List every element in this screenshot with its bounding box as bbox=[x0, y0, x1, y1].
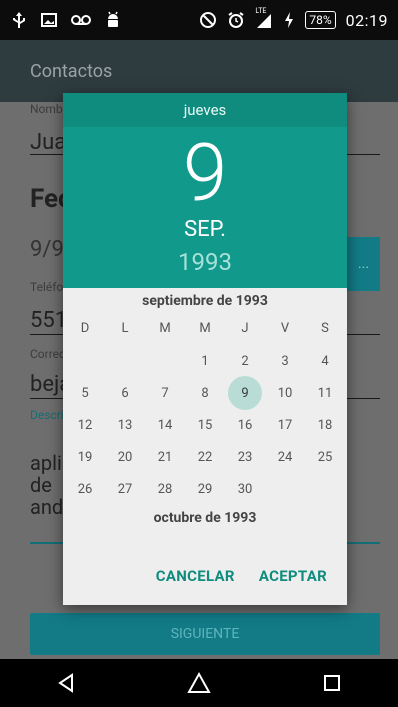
selected-weekday: jueves bbox=[63, 93, 347, 127]
calendar-day[interactable]: 6 bbox=[105, 377, 145, 409]
do-not-disturb-icon bbox=[199, 11, 217, 29]
calendar-day[interactable]: 24 bbox=[265, 441, 305, 473]
calendar-day[interactable]: 28 bbox=[145, 473, 185, 505]
date-picker-dialog: jueves 9 SEP. 1993 septiembre de 1993 D … bbox=[63, 93, 347, 605]
month-title: septiembre de 1993 bbox=[142, 293, 268, 309]
email-label: Correo bbox=[30, 347, 66, 361]
calendar-day[interactable]: 19 bbox=[65, 441, 105, 473]
weekday-header: L bbox=[121, 321, 129, 336]
description-line: apli bbox=[30, 451, 62, 475]
calendar-grid: 1 2 3 4 5 6 7 8 9 10 11 12 13 14 15 16 17 18 19 20 21 22 23 24 2… bbox=[65, 345, 345, 505]
next-month-title: octubre de 1993 bbox=[153, 510, 257, 526]
clock: 02:19 bbox=[345, 10, 388, 30]
usb-icon bbox=[10, 11, 28, 29]
description-line: de bbox=[30, 473, 52, 497]
calendar-day[interactable]: 12 bbox=[65, 409, 105, 441]
calendar-day[interactable]: 8 bbox=[185, 377, 225, 409]
accept-button[interactable]: ACEPTAR bbox=[259, 567, 327, 585]
calendar-day[interactable]: 17 bbox=[265, 409, 305, 441]
weekday-header-row: D L M M J V S bbox=[65, 321, 345, 336]
next-button-label: SIGUIENTE bbox=[170, 626, 240, 642]
calendar-day[interactable]: 10 bbox=[265, 377, 305, 409]
image-icon bbox=[40, 11, 58, 29]
calendar-day[interactable]: 30 bbox=[225, 473, 265, 505]
selected-month[interactable]: SEP. bbox=[63, 217, 347, 242]
calendar-day[interactable]: 7 bbox=[145, 377, 185, 409]
back-icon[interactable] bbox=[52, 669, 80, 697]
calendar-day[interactable]: 23 bbox=[225, 441, 265, 473]
description-line: and bbox=[30, 495, 64, 519]
calendar-day[interactable]: 16 bbox=[225, 409, 265, 441]
calendar-day[interactable]: 2 bbox=[225, 345, 265, 377]
lte-label: LTE bbox=[255, 7, 267, 15]
next-button[interactable]: SIGUIENTE bbox=[30, 613, 380, 655]
cancel-button[interactable]: CANCELAR bbox=[156, 567, 235, 585]
pick-date-label: ... bbox=[357, 256, 370, 272]
phone-field[interactable]: 551 bbox=[30, 308, 67, 333]
calendar-day[interactable]: 20 bbox=[105, 441, 145, 473]
calendar-day[interactable]: 25 bbox=[305, 441, 345, 473]
empty-day-cell bbox=[145, 345, 185, 377]
weekday-header: V bbox=[280, 321, 290, 336]
calendar-day[interactable]: 13 bbox=[105, 409, 145, 441]
alarm-icon bbox=[227, 11, 245, 29]
calendar-day[interactable]: 26 bbox=[65, 473, 105, 505]
description-field[interactable]: apli de and bbox=[30, 452, 63, 518]
calendar-day[interactable]: 29 bbox=[185, 473, 225, 505]
calendar-day-selected[interactable]: 9 bbox=[225, 376, 265, 410]
weekday-header: J bbox=[241, 321, 249, 336]
calendar-day[interactable]: 22 bbox=[185, 441, 225, 473]
date-field[interactable]: 9/9 bbox=[30, 237, 64, 262]
android-icon bbox=[104, 11, 122, 29]
calendar-day[interactable]: 27 bbox=[105, 473, 145, 505]
calendar-day[interactable]: 4 bbox=[305, 345, 345, 377]
date-picker-header: jueves 9 SEP. 1993 bbox=[63, 93, 347, 288]
recents-icon[interactable] bbox=[318, 669, 346, 697]
calendar-day[interactable]: 11 bbox=[305, 377, 345, 409]
empty-day-cell bbox=[65, 345, 105, 377]
calendar-day[interactable]: 14 bbox=[145, 409, 185, 441]
empty-day-cell bbox=[105, 345, 145, 377]
calendar-day[interactable]: 5 bbox=[65, 377, 105, 409]
dialog-actions: CANCELAR ACEPTAR bbox=[156, 567, 327, 585]
charging-icon bbox=[283, 11, 295, 29]
weekday-header: S bbox=[321, 321, 329, 336]
battery-level: 78% bbox=[305, 11, 336, 29]
voicemail-icon bbox=[70, 11, 92, 29]
pick-date-button[interactable]: ... bbox=[347, 237, 380, 291]
app-title: Contactos bbox=[30, 60, 113, 82]
home-icon[interactable] bbox=[185, 669, 213, 697]
navigation-bar bbox=[0, 659, 398, 707]
calendar-day[interactable]: 18 bbox=[305, 409, 345, 441]
name-field[interactable]: Jua bbox=[30, 130, 66, 155]
calendar-day[interactable]: 3 bbox=[265, 345, 305, 377]
weekday-header: M bbox=[199, 321, 211, 336]
calendar-day[interactable]: 21 bbox=[145, 441, 185, 473]
selected-year[interactable]: 1993 bbox=[63, 248, 347, 276]
selected-day[interactable]: 9 bbox=[63, 133, 347, 213]
weekday-header: D bbox=[80, 321, 90, 336]
calendar-day[interactable]: 1 bbox=[185, 345, 225, 377]
signal-icon: LTE bbox=[255, 7, 273, 29]
status-bar: LTE 78% 02:19 bbox=[0, 0, 398, 40]
weekday-header: M bbox=[159, 321, 171, 336]
calendar-day[interactable]: 15 bbox=[185, 409, 225, 441]
